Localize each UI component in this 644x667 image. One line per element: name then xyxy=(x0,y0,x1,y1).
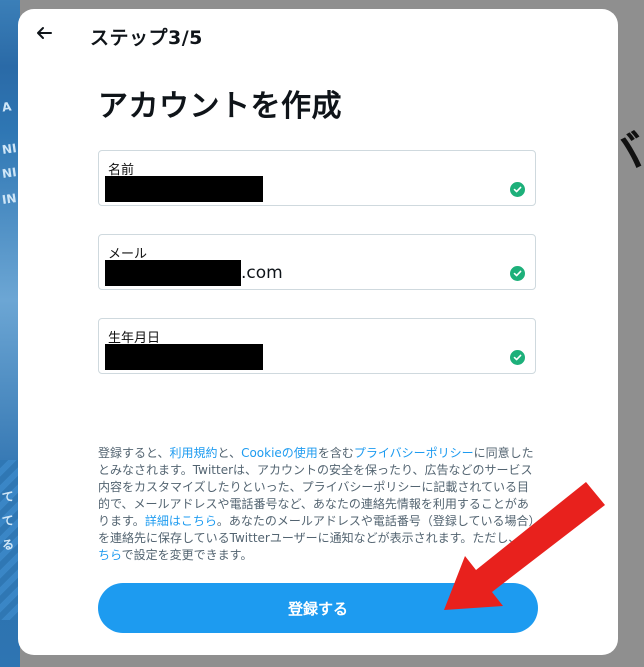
background-mark: て xyxy=(1,513,16,529)
legal-text: を含む xyxy=(317,446,354,460)
check-icon xyxy=(510,350,525,365)
birthdate-field-value xyxy=(105,344,263,370)
legal-text: 登録すると、 xyxy=(98,446,170,460)
redaction-box xyxy=(105,344,263,370)
name-field-value xyxy=(105,176,263,202)
background-mark: NI xyxy=(1,165,18,181)
email-field[interactable]: メール .com xyxy=(98,234,536,290)
background-mark: る xyxy=(1,537,16,553)
birthdate-field[interactable]: 生年月日 xyxy=(98,318,536,374)
privacy-policy-link[interactable]: プライバシーポリシー xyxy=(354,446,474,460)
name-field[interactable]: 名前 xyxy=(98,150,536,206)
signup-modal: ステップ3/5 アカウントを作成 名前 メール .com 生年月日 登録すると、… xyxy=(18,9,618,655)
background-mark: て xyxy=(1,489,16,505)
page-title: アカウントを作成 xyxy=(98,89,342,124)
legal-text: で設定を変更できます。 xyxy=(121,548,253,562)
background-right-image: バ xyxy=(595,0,644,667)
cookie-link[interactable]: Cookieの使用 xyxy=(241,446,318,460)
back-button[interactable] xyxy=(28,19,60,51)
register-button[interactable]: 登録する xyxy=(98,583,538,633)
email-field-value: .com xyxy=(105,260,283,286)
background-mark: A xyxy=(1,99,13,115)
terms-link[interactable]: 利用規約 xyxy=(170,446,218,460)
redaction-box xyxy=(105,176,263,202)
background-mark: NI xyxy=(1,141,18,157)
background-left-image: A NI NI IN て て る xyxy=(0,0,20,667)
legal-text: と、 xyxy=(217,446,242,460)
background-mark: IN xyxy=(1,191,18,207)
redaction-box xyxy=(105,260,241,286)
learn-more-link[interactable]: 詳細はこちら xyxy=(145,514,217,528)
legal-notice: 登録すると、利用規約と、Cookieの使用を含むプライバシーポリシーに同意したと… xyxy=(98,445,538,564)
email-suffix: .com xyxy=(241,263,283,283)
modal-header: ステップ3/5 xyxy=(18,9,618,63)
check-icon xyxy=(510,182,525,197)
arrow-left-icon xyxy=(35,24,53,46)
check-icon xyxy=(510,266,525,281)
step-indicator: ステップ3/5 xyxy=(90,27,203,49)
